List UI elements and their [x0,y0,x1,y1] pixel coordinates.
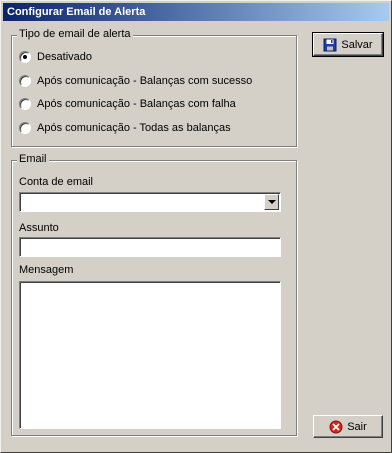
email-legend: Email [17,153,49,166]
subject-label: Assunto [19,222,59,234]
radio-success[interactable]: Após comunicação - Balanças com sucesso [19,74,252,88]
radio-button[interactable] [19,98,31,110]
alert-type-legend: Tipo de email de alerta [17,28,133,41]
radio-all[interactable]: Após comunicação - Todas as balanças [19,121,231,135]
window-title: Configurar Email de Alerta [7,6,146,18]
save-label: Salvar [341,38,373,51]
save-button[interactable]: Salvar [312,32,384,57]
radio-button-checked[interactable] [19,51,31,63]
cancel-icon [329,420,343,433]
message-label: Mensagem [19,264,74,276]
radio-button[interactable] [19,122,31,134]
radio-label: Após comunicação - Balanças com falha [37,98,236,110]
email-group: Email Conta de email Assunto Mensagem [11,153,297,436]
radio-label: Após comunicação - Balanças com sucesso [37,75,253,87]
radio-label: Após comunicação - Todas as balanças [37,122,231,134]
chevron-down-icon[interactable] [264,194,279,210]
radio-button[interactable] [19,75,31,87]
radio-label: Desativado [37,51,93,63]
dialog-window: Configurar Email de Alerta Tipo de email… [0,0,392,453]
title-bar[interactable]: Configurar Email de Alerta [3,3,389,21]
radio-desativado[interactable]: Desativado [19,50,92,64]
exit-button[interactable]: Sair [313,415,383,438]
alert-type-group: Tipo de email de alerta Desativado Após … [11,28,297,147]
exit-label: Sair [347,420,367,433]
account-label: Conta de email [19,176,93,188]
account-combobox[interactable] [19,192,281,212]
message-textarea[interactable] [19,281,281,429]
floppy-disk-icon [323,38,337,51]
radio-failure[interactable]: Após comunicação - Balanças com falha [19,97,236,111]
subject-input[interactable] [19,237,281,257]
